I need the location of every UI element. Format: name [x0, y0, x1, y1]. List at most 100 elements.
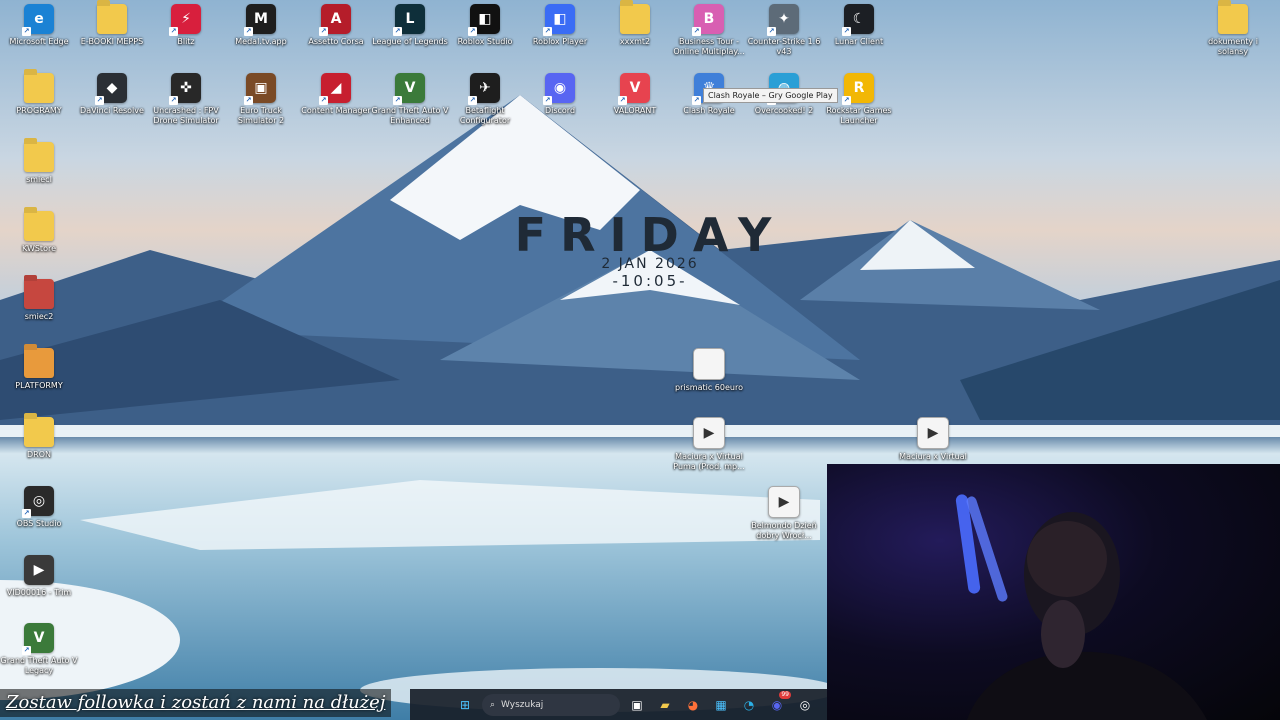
content-manager-icon: ◢: [319, 73, 351, 105]
desktop-icon-microsoft-edge[interactable]: eMicrosoft Edge: [0, 4, 78, 47]
desktop-icon-euro-truck-simulator-2[interactable]: ▣Euro Truck Simulator 2: [222, 73, 300, 125]
desktop-icon-dron[interactable]: DRON: [0, 417, 78, 460]
webcam-scene: [955, 494, 1207, 720]
desktop-icon-label: Grand Theft Auto V Enhanced: [371, 106, 449, 125]
desktop-icon-label: Maciura x Virtual: [899, 452, 967, 461]
gta5-legacy-icon: V: [22, 623, 54, 655]
folder-icon: [24, 142, 54, 172]
league-icon: L: [393, 4, 425, 36]
desktop-icon-smiec2[interactable]: smiec2: [0, 279, 78, 322]
desktop-icon-label: smiec2: [24, 312, 54, 321]
desktop-icon-vid00016-trim[interactable]: ▶ VID00016 - Trim: [0, 555, 78, 598]
folder-icon: [97, 4, 127, 34]
desktop-icon-label: smiecI: [26, 175, 52, 184]
task-view-icon: ▣: [631, 697, 643, 712]
desktop-icon-label: Blitz: [177, 37, 195, 46]
desktop-icon-label: Grand Theft Auto V Legacy: [0, 656, 78, 675]
desktop-icon-programy[interactable]: PROGRAMY: [0, 73, 78, 116]
desktop-icon-prismatic-60euro[interactable]: prismatic 60euro: [670, 348, 748, 393]
start-button[interactable]: ⊞: [454, 694, 476, 716]
assetto-corsa-icon: A: [319, 4, 351, 36]
media-file-icon: ▶: [917, 417, 949, 449]
lunar-client-icon: ☾: [842, 4, 874, 36]
valorant-icon: V: [618, 73, 650, 105]
media-file-icon: ▶: [693, 417, 725, 449]
desktop-icon-label: PLATFORMY: [15, 381, 63, 390]
discord-button[interactable]: ◉ 99: [766, 690, 791, 716]
obs-button[interactable]: ◎: [794, 694, 816, 716]
desktop-icon-label: Euro Truck Simulator 2: [237, 106, 285, 125]
desktop-icon-discord[interactable]: ◉Discord: [521, 73, 599, 116]
desktop-icon-e-booki-mepps[interactable]: E-BOOKI MEPPS: [73, 4, 151, 47]
desktop-icon-obs-studio[interactable]: ◎OBS Studio: [0, 486, 78, 529]
desktop-icon-xxxmt2[interactable]: xxxmt2: [596, 4, 674, 47]
desktop-icon-label: OBS Studio: [16, 519, 62, 528]
firefox-button[interactable]: ◕: [682, 694, 704, 716]
desktop-icon-roblox-player[interactable]: ◧Roblox Player: [521, 4, 599, 47]
desktop-icon-label: Roblox Studio: [457, 37, 513, 46]
desktop-icon-belmondo-dzie-dobry-wroc[interactable]: ▶ Belmondo Dzień dobry Wrocł...: [745, 486, 823, 540]
ets2-icon: ▣: [244, 73, 276, 105]
text-file-icon: [693, 348, 725, 380]
uncrashed-icon: ✜: [169, 73, 201, 105]
desktop-icon-platformy[interactable]: PLATFORMY: [0, 348, 78, 391]
betaflight-icon: ✈: [468, 73, 500, 105]
desktop-icon-medal-tv-app[interactable]: MMedal.tv.app: [222, 4, 300, 47]
desktop-icon-davinci-resolve[interactable]: ◆DaVinci Resolve: [73, 73, 151, 116]
roblox-player-icon: ◧: [543, 4, 575, 36]
desktop-icon-maciura-x-virtual-puma-prod-mp[interactable]: ▶ Maciura x Virtual Puma (Prod. mp...: [670, 417, 748, 471]
desktop-icon-grand-theft-auto-v-legacy[interactable]: VGrand Theft Auto V Legacy: [0, 623, 78, 675]
video-file-icon: ▶: [24, 555, 54, 585]
desktop-icon-maciura-x-virtual[interactable]: ▶ Maciura x Virtual: [894, 417, 972, 462]
edge-icon: e: [22, 4, 54, 36]
desktop-icon-label: xxxmt2: [619, 37, 651, 46]
store-button[interactable]: ▦: [710, 694, 732, 716]
search-box[interactable]: ⌕ Wyszukaj: [482, 693, 620, 716]
desktop-icon-label: Maciura x Virtual Puma (Prod. mp...: [673, 452, 745, 471]
medal-icon: M: [244, 4, 276, 36]
clock-date: 2 JAN 2026: [601, 256, 699, 272]
desktop-icon-label: Betaflight Configurator: [459, 106, 511, 125]
search-icon: ⌕: [490, 699, 496, 710]
desktop-icon-grand-theft-auto-v-enhanced[interactable]: VGrand Theft Auto V Enhanced: [371, 73, 449, 125]
edge-button[interactable]: ◔: [738, 694, 760, 716]
desktop-icon-label: Microsoft Edge: [9, 37, 69, 46]
webcam-overlay: [827, 464, 1280, 720]
rockstar-icon: R: [842, 73, 874, 105]
desktop-icon-blitz[interactable]: ⚡Blitz: [147, 4, 225, 47]
desktop-icon-label: Counter-Strike 1.6 v43: [747, 37, 821, 56]
desktop-icon-label: Business Tour - Online Multiplay...: [673, 37, 745, 56]
desktop-icon-label: KWStore: [21, 244, 56, 253]
obs-icon: ◎: [799, 697, 811, 712]
desktop-icon-lunar-client[interactable]: ☾Lunar Client: [820, 4, 898, 47]
desktop-icon-dokumenty-i-solansy[interactable]: dokumenty i solansy: [1194, 4, 1272, 56]
taskbar-apps: ▣ ▰ ◕ ▦ ◔ ◉ 99 ◎: [626, 690, 816, 716]
edge-icon: ◔: [743, 697, 755, 712]
desktop-icon-smieci[interactable]: smiecI: [0, 142, 78, 185]
roblox-studio-icon: ◧: [468, 4, 500, 36]
gta5-icon: V: [393, 73, 425, 105]
notification-badge: 99: [779, 690, 791, 699]
desktop-icon-assetto-corsa[interactable]: AAssetto Corsa: [297, 4, 375, 47]
desktop-icon-valorant[interactable]: VVALORANT: [596, 73, 674, 116]
search-placeholder: Wyszukaj: [501, 699, 544, 710]
desktop-icon-league-of-legends[interactable]: LLeague of Legends: [371, 4, 449, 47]
desktop-icon-label: E-BOOKI MEPPS: [80, 37, 144, 46]
desktop-icon-business-tour-online-multiplay[interactable]: BBusiness Tour - Online Multiplay...: [670, 4, 748, 56]
desktop-icon-uncrashed-fpv-drone-simulator[interactable]: ✜Uncrashed : FPV Drone Simulator: [147, 73, 225, 125]
desktop-icon-betaflight-configurator[interactable]: ✈Betaflight Configurator: [446, 73, 524, 125]
discord-icon: ◉: [543, 73, 575, 105]
desktop-icon-content-manager[interactable]: ◢Content Manager: [297, 73, 375, 116]
desktop-icon-label: Roblox Player: [532, 37, 588, 46]
desktop-icon-label: Clash Royale: [683, 106, 735, 115]
desktop-icon-counter-strike-1-6-v43[interactable]: ✦Counter-Strike 1.6 v43: [745, 4, 823, 56]
desktop-icon-label: PROGRAMY: [16, 106, 62, 115]
desktop-icon-kwstore[interactable]: KWStore: [0, 211, 78, 254]
desktop-icon-label: VALORANT: [613, 106, 657, 115]
clock-time: -10:05-: [612, 272, 688, 290]
task-view-button[interactable]: ▣: [626, 694, 648, 716]
store-icon: ▦: [715, 697, 727, 712]
desktop-icon-roblox-studio[interactable]: ◧Roblox Studio: [446, 4, 524, 47]
counter-strike-icon: ✦: [767, 4, 799, 36]
file-explorer-button[interactable]: ▰: [654, 694, 676, 716]
